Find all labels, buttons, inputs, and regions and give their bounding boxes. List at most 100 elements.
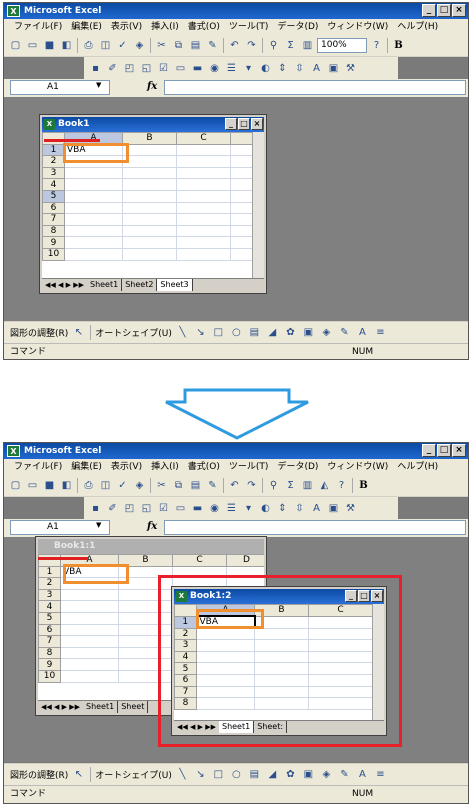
arrow-icon[interactable]: ↘ (193, 325, 208, 340)
cell[interactable] (64, 201, 123, 215)
spin-icon[interactable]: ⇕ (275, 61, 290, 76)
column-header[interactable]: C (172, 554, 227, 567)
text-icon[interactable]: A (309, 501, 324, 516)
cell[interactable] (308, 685, 373, 699)
cell[interactable] (64, 178, 123, 191)
column-header[interactable]: C (308, 604, 373, 617)
code-icon[interactable]: ◱ (139, 61, 154, 76)
menu-view[interactable]: 表示(V) (107, 20, 146, 34)
row-header[interactable]: 4 (38, 600, 61, 613)
textbox-icon[interactable]: ▤ (247, 325, 262, 340)
cell[interactable] (254, 639, 309, 652)
pointer-icon[interactable]: ↖ (71, 325, 86, 340)
print-preview-icon[interactable]: ◫ (98, 38, 113, 53)
cell[interactable] (122, 201, 177, 215)
workbook-titlebar[interactable]: X Book1:2 _ □ × (174, 589, 384, 604)
cell[interactable] (308, 639, 373, 652)
cell[interactable] (254, 673, 309, 687)
cell[interactable] (230, 178, 253, 191)
select-all-corner[interactable] (174, 604, 197, 617)
autosum-icon[interactable]: Σ (283, 478, 298, 493)
row-header[interactable]: 8 (174, 697, 197, 710)
tab-nav-icons[interactable]: ◀◀ ◀ ▶ ▶▶ (174, 723, 219, 731)
cell[interactable] (230, 201, 253, 215)
row-header[interactable]: 4 (174, 650, 197, 664)
line-icon[interactable]: ╲ (175, 767, 190, 782)
row-header[interactable]: 7 (38, 635, 61, 648)
menu-tools[interactable]: ツール(T) (225, 20, 273, 34)
cell[interactable] (196, 685, 255, 699)
menu-window[interactable]: ウィンドウ(W) (323, 20, 392, 34)
design-icon[interactable]: ✐ (105, 61, 120, 76)
column-header[interactable] (230, 132, 253, 145)
oval-icon[interactable]: ○ (229, 767, 244, 782)
research-icon[interactable]: ◈ (132, 38, 147, 53)
cell[interactable] (60, 611, 119, 625)
properties-icon[interactable]: ◰ (122, 61, 137, 76)
draw-menu[interactable]: 図形の調整(R) (10, 768, 68, 781)
copy-icon[interactable]: ⧉ (171, 38, 186, 53)
cell[interactable] (122, 166, 177, 180)
close-button[interactable]: × (371, 590, 383, 602)
cell[interactable] (64, 247, 123, 261)
scrollbar-icon[interactable]: ⇳ (292, 61, 307, 76)
wordart-icon[interactable]: ◢ (265, 325, 280, 340)
label-icon[interactable]: ▪ (88, 501, 103, 516)
sheet-tab[interactable]: Sheet (118, 701, 149, 713)
cell[interactable] (64, 224, 123, 238)
text-icon[interactable]: A (309, 61, 324, 76)
redo-icon[interactable]: ↷ (244, 38, 259, 53)
cell[interactable] (176, 155, 231, 168)
image-icon[interactable]: ▣ (326, 61, 341, 76)
spellcheck-icon[interactable]: ✓ (115, 38, 130, 53)
close-button[interactable]: × (452, 444, 466, 457)
font-color-icon[interactable]: A (355, 325, 370, 340)
cell[interactable] (308, 615, 373, 629)
bold-button[interactable]: B (356, 478, 371, 493)
cell[interactable] (176, 213, 231, 226)
row-header[interactable]: 10 (42, 247, 65, 261)
print-preview-icon[interactable]: ◫ (98, 478, 113, 493)
rectangle-icon[interactable]: □ (211, 767, 226, 782)
cut-icon[interactable]: ✂ (154, 478, 169, 493)
menu-data[interactable]: データ(D) (273, 20, 322, 34)
cell[interactable] (60, 635, 119, 648)
row-header[interactable]: 7 (42, 213, 65, 226)
button-control-icon[interactable]: ▬ (190, 61, 205, 76)
cell[interactable] (254, 662, 309, 675)
row-header[interactable]: 5 (38, 611, 61, 625)
cell[interactable] (60, 588, 119, 602)
radio-icon[interactable]: ◉ (207, 61, 222, 76)
cell[interactable] (122, 236, 177, 249)
cell[interactable] (122, 213, 177, 226)
cell[interactable] (60, 646, 119, 660)
row-header[interactable]: 2 (42, 155, 65, 168)
cell[interactable] (176, 166, 231, 180)
picture-icon[interactable]: ▣ (301, 325, 316, 340)
cell[interactable] (122, 189, 177, 203)
line-color-icon[interactable]: ✎ (337, 767, 352, 782)
cell[interactable] (122, 178, 177, 191)
line-color-icon[interactable]: ✎ (337, 325, 352, 340)
arrow-icon[interactable]: ↘ (193, 767, 208, 782)
toggle-icon[interactable]: ◐ (258, 61, 273, 76)
hyperlink-icon[interactable]: ⚲ (266, 478, 281, 493)
button-control-icon[interactable]: ▬ (190, 501, 205, 516)
cell[interactable] (176, 236, 231, 249)
autoshape-menu[interactable]: オートシェイプ(U) (95, 768, 172, 781)
autoshape-menu[interactable]: オートシェイプ(U) (95, 326, 172, 339)
research-icon[interactable]: ◈ (132, 478, 147, 493)
menu-file[interactable]: ファイル(F) (10, 460, 66, 474)
workbook-titlebar[interactable]: Book1:1 (38, 539, 264, 554)
cell[interactable] (60, 600, 119, 613)
combobox-icon[interactable]: ▾ (241, 61, 256, 76)
row-header[interactable]: 6 (42, 201, 65, 215)
menu-file[interactable]: ファイル(F) (10, 20, 66, 34)
help-icon[interactable]: ? (369, 38, 384, 53)
menu-view[interactable]: 表示(V) (107, 460, 146, 474)
row-header[interactable]: 8 (42, 224, 65, 238)
sheet-tab-active[interactable]: Sheet3 (157, 279, 193, 291)
tools-icon[interactable]: ⚒ (343, 61, 358, 76)
maximize-button[interactable]: □ (437, 4, 451, 17)
line-icon[interactable]: ╲ (175, 325, 190, 340)
